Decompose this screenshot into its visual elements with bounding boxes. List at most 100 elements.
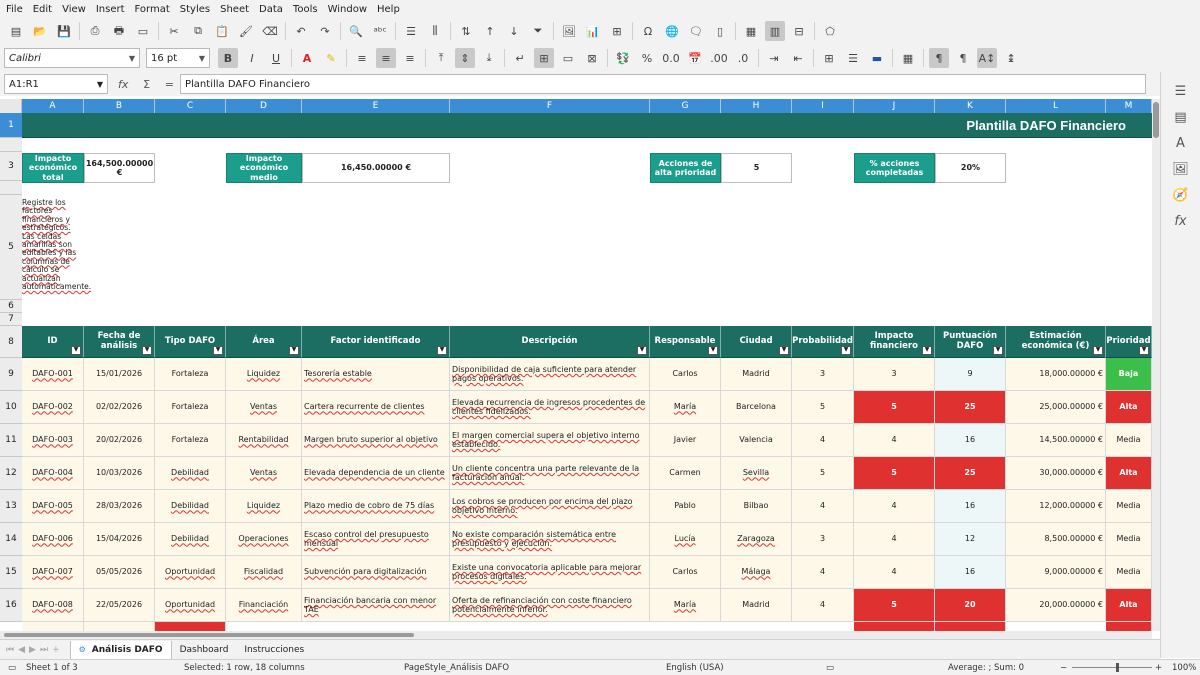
table-cell-estim[interactable]: 18,000.00000 € xyxy=(1006,358,1106,391)
table-cell-impacto[interactable]: 3 xyxy=(854,358,935,391)
column-header-g[interactable]: G xyxy=(650,99,721,113)
table-cell-fecha[interactable]: 15/04/2026 xyxy=(84,523,155,556)
menu-item-sheet[interactable]: Sheet xyxy=(220,4,249,15)
row-header-16[interactable]: 16 xyxy=(0,589,22,622)
table-cell-desc[interactable]: Elevada recurrencia de ingresos proceden… xyxy=(450,391,650,424)
underline-button[interactable]: U xyxy=(266,48,286,68)
pivot-table-icon[interactable]: ⊞ xyxy=(607,21,627,41)
table-cell-factor[interactable]: Escaso control del presupuesto mensual xyxy=(302,523,450,556)
navigator-icon[interactable]: 🧭 xyxy=(1170,184,1192,206)
table-cell-factor[interactable]: Subvención para digitalización xyxy=(302,556,450,589)
table-cell-resp[interactable]: Carlos xyxy=(650,358,721,391)
table-cell-area[interactable]: Fiscalidad xyxy=(226,556,302,589)
spreadsheet-grid[interactable]: A B C D E F G H I J K L M 1 3 5 6 7 8 9 10 11 12 13 14 15 16 Planti… xyxy=(0,99,1152,631)
table-cell-fecha[interactable]: 22/05/2026 xyxy=(84,589,155,622)
font-name-box[interactable]: Calibri ▼ xyxy=(4,48,140,68)
table-cell-factor[interactable]: Plazo medio de cobro de 75 días xyxy=(302,490,450,523)
column-header-j[interactable]: J xyxy=(854,99,935,113)
export-pdf-icon[interactable]: ⎙ xyxy=(85,21,105,41)
menu-item-tools[interactable]: Tools xyxy=(293,4,318,15)
page-style[interactable]: PageStyle_Análisis DAFO xyxy=(404,663,509,673)
row-header-15[interactable]: 15 xyxy=(0,556,22,589)
table-cell-punt[interactable]: 9 xyxy=(935,358,1006,391)
table-cell-prio[interactable]: Media xyxy=(1106,424,1152,457)
menu-item-help[interactable]: Help xyxy=(377,4,400,15)
clone-formatting-icon[interactable]: 🖌 xyxy=(236,21,256,41)
table-cell-estim[interactable]: 25,000.00000 € xyxy=(1006,391,1106,424)
table-cell-punt[interactable]: 16 xyxy=(935,556,1006,589)
row-header-7[interactable]: 7 xyxy=(0,313,22,326)
hyperlink-icon[interactable]: 🌐 xyxy=(662,21,682,41)
table-cell-prob[interactable]: 4 xyxy=(792,490,854,523)
spelling-icon[interactable]: ᵃᵇᶜ xyxy=(370,21,390,41)
table-cell-desc[interactable]: Los cobros se producen por encima del pl… xyxy=(450,490,650,523)
row-header-11[interactable]: 11 xyxy=(0,424,22,457)
table-cell-prio[interactable]: Alta xyxy=(1106,391,1152,424)
zoom-out-icon[interactable]: − xyxy=(1060,663,1067,673)
font-size-box[interactable]: 16 pt ▼ xyxy=(146,48,210,68)
save-icon[interactable]: 💾 xyxy=(54,21,74,41)
table-cell-fecha[interactable] xyxy=(84,622,155,631)
table-cell-factor[interactable]: Elevada dependencia de un cliente xyxy=(302,457,450,490)
horizontal-scroll-thumb[interactable] xyxy=(4,633,414,637)
decrease-indent-icon[interactable]: ⇤ xyxy=(788,48,808,68)
copy-icon[interactable]: ⧉ xyxy=(188,21,208,41)
sort-ascending-icon[interactable]: ↑ xyxy=(480,21,500,41)
table-cell-tipo[interactable]: Oportunidad xyxy=(155,556,226,589)
table-cell-fecha[interactable]: 15/01/2026 xyxy=(84,358,155,391)
table-cell-ciudad[interactable]: Sevilla xyxy=(721,457,792,490)
row-header-2[interactable] xyxy=(0,138,22,152)
table-cell-id[interactable]: DAFO-001 xyxy=(22,358,84,391)
formula-input[interactable]: Plantilla DAFO Financiero xyxy=(180,74,1146,94)
border-style-icon[interactable]: ☰ xyxy=(843,48,863,68)
menu-item-data[interactable]: Data xyxy=(259,4,283,15)
row-header-9[interactable]: 9 xyxy=(0,358,22,391)
table-cell-fecha[interactable]: 10/03/2026 xyxy=(84,457,155,490)
table-cell-prob[interactable]: 4 xyxy=(792,556,854,589)
unmerge-cells-icon[interactable]: ⊠ xyxy=(582,48,602,68)
split-window-icon[interactable]: ⊟ xyxy=(789,21,809,41)
table-cell-desc[interactable]: Existe una convocatoria aplicable para m… xyxy=(450,556,650,589)
row-header-4[interactable] xyxy=(0,181,22,195)
first-sheet-icon[interactable]: ⏮ xyxy=(6,645,14,655)
highlight-color-icon[interactable]: ✎ xyxy=(321,48,341,68)
table-cell-estim[interactable]: 12,000.00000 € xyxy=(1006,490,1106,523)
table-cell-area[interactable]: Financiación xyxy=(226,589,302,622)
next-sheet-icon[interactable]: ▶ xyxy=(29,645,36,655)
horizontal-scrollbar[interactable] xyxy=(0,631,1152,639)
percent-format-icon[interactable]: % xyxy=(637,48,657,68)
filter-dropdown-icon[interactable]: ▼ xyxy=(1139,346,1149,355)
table-cell-prio[interactable]: Media xyxy=(1106,523,1152,556)
table-cell-id[interactable]: DAFO-007 xyxy=(22,556,84,589)
text-orientation-icon[interactable]: A↕ xyxy=(977,48,997,68)
table-cell-resp[interactable]: Carlos xyxy=(650,556,721,589)
column-header-l[interactable]: L xyxy=(1006,99,1106,113)
table-cell-factor[interactable]: Financiación bancaria con menor TAE xyxy=(302,589,450,622)
table-cell-resp[interactable]: Carmen xyxy=(650,457,721,490)
table-cell-tipo[interactable]: Fortaleza xyxy=(155,424,226,457)
language[interactable]: English (USA) xyxy=(666,663,724,673)
table-cell-impacto[interactable] xyxy=(854,622,935,631)
table-cell-prio[interactable]: Media xyxy=(1106,490,1152,523)
table-cell-desc[interactable]: Oferta de refinanciación con coste finan… xyxy=(450,589,650,622)
sum-icon[interactable]: Σ xyxy=(143,78,150,91)
column-header-e[interactable]: E xyxy=(302,99,450,113)
table-cell-prio[interactable]: Media xyxy=(1106,556,1152,589)
table-cell-ciudad[interactable]: Valencia xyxy=(721,424,792,457)
column-header-d[interactable]: D xyxy=(226,99,302,113)
filter-dropdown-icon[interactable]: ▼ xyxy=(779,346,789,355)
table-cell-ciudad[interactable]: Zaragoza xyxy=(721,523,792,556)
table-cell-prob[interactable]: 5 xyxy=(792,457,854,490)
table-cell-impacto[interactable]: 5 xyxy=(854,391,935,424)
table-cell-punt[interactable]: 16 xyxy=(935,424,1006,457)
filter-dropdown-icon[interactable]: ▼ xyxy=(637,346,647,355)
table-cell-prob[interactable]: 3 xyxy=(792,523,854,556)
function-wizard-icon[interactable]: fx xyxy=(118,78,128,91)
filter-dropdown-icon[interactable]: ▼ xyxy=(213,346,223,355)
styles-icon[interactable]: A xyxy=(1170,132,1192,154)
table-cell-ciudad[interactable]: Barcelona xyxy=(721,391,792,424)
merge-center-icon[interactable]: ⊞ xyxy=(534,48,554,68)
table-cell-tipo[interactable]: Debilidad xyxy=(155,523,226,556)
sort-icon[interactable]: ⇅ xyxy=(456,21,476,41)
table-cell-ciudad[interactable]: Bilbao xyxy=(721,490,792,523)
